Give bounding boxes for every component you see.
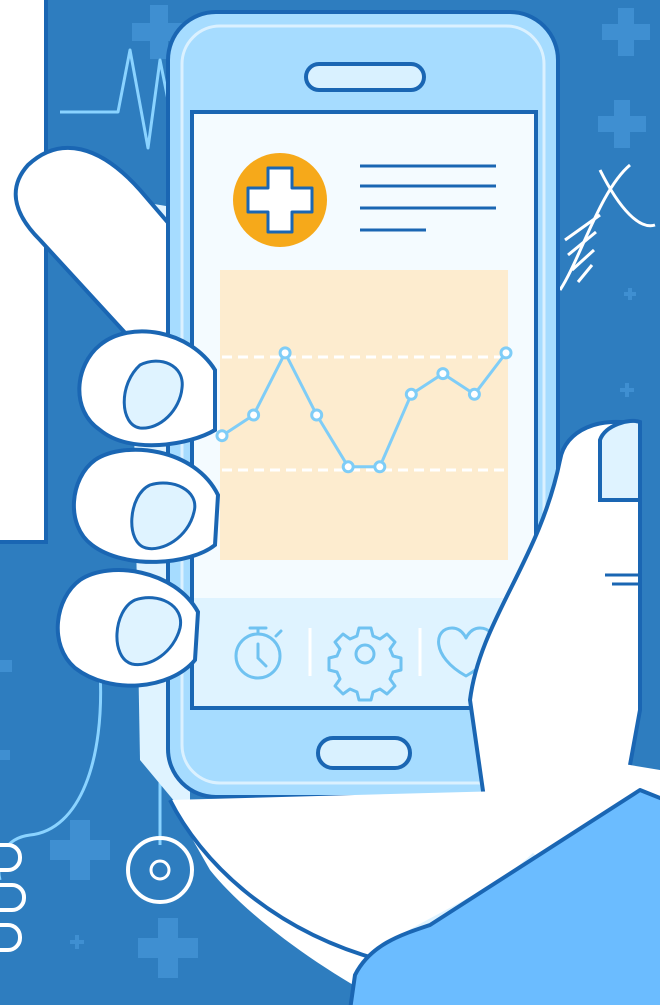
chart-point xyxy=(436,367,450,381)
earpiece xyxy=(304,62,426,92)
plus-icon xyxy=(0,660,12,672)
stethoscope-tubes xyxy=(0,843,26,952)
chart-point xyxy=(247,408,261,422)
fingers xyxy=(55,329,221,688)
home-button[interactable] xyxy=(316,736,412,770)
chart-point xyxy=(278,346,292,360)
chart-point xyxy=(373,460,387,474)
medical-app-illustration xyxy=(0,0,660,1005)
plus-icon xyxy=(628,288,632,300)
thumbnail xyxy=(598,419,642,502)
chart-point xyxy=(310,408,324,422)
left-panel xyxy=(0,0,48,544)
chart-area xyxy=(220,270,508,560)
medical-cross-icon xyxy=(233,153,327,247)
chart-point xyxy=(404,387,418,401)
illustration-canvas xyxy=(0,0,660,1005)
chart-point xyxy=(341,460,355,474)
chart-point xyxy=(215,429,229,443)
chart-point xyxy=(499,346,513,360)
plus-icon xyxy=(75,935,79,949)
plus-icon xyxy=(625,383,629,397)
plus-icon xyxy=(0,750,10,760)
chart-point xyxy=(467,387,481,401)
